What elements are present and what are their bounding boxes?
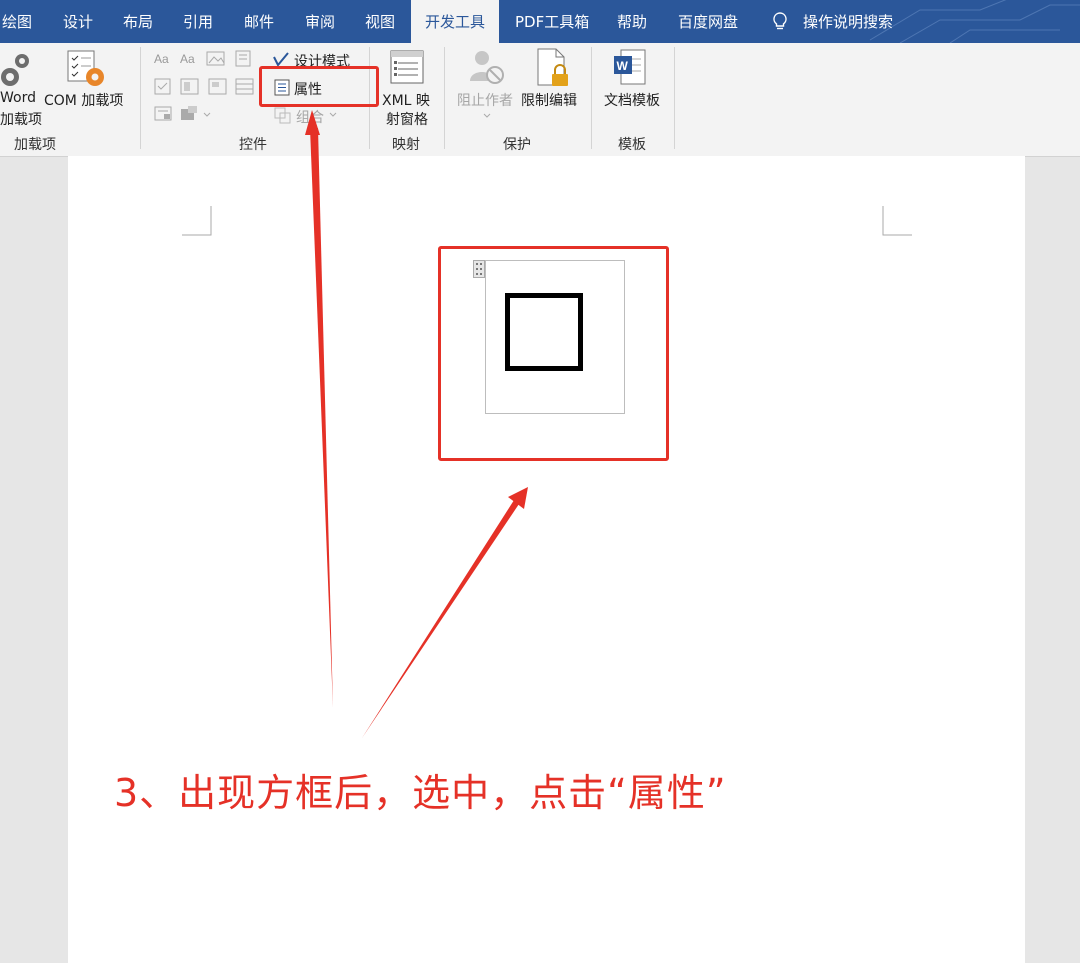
arrow-to-control — [362, 497, 521, 738]
annotation-caption: 3、出现方框后，选中，点击“属性” — [114, 771, 727, 815]
arrow-head-properties — [305, 110, 320, 135]
annotation-arrows — [305, 110, 528, 738]
arrow-to-properties — [310, 128, 333, 708]
